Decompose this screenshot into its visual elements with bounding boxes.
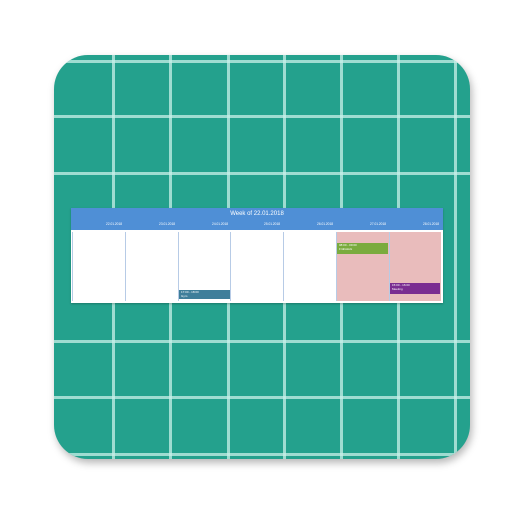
- day-column[interactable]: [230, 232, 283, 301]
- event-title: Frühstück: [339, 247, 353, 251]
- week-calendar: Week of 22.01.2018 22.01.2018 23.01.2018…: [71, 208, 443, 303]
- grid-line: [54, 340, 470, 343]
- event-title: Meeting: [392, 287, 403, 291]
- day-column[interactable]: [283, 232, 336, 301]
- grid-line: [54, 172, 470, 175]
- event-gym[interactable]: 17:00 - 18:00 Gym: [179, 290, 230, 299]
- grid-line: [54, 115, 470, 118]
- day-date-label: 26.01.2018: [317, 222, 333, 226]
- calendar-title: Week of 22.01.2018: [230, 211, 284, 217]
- day-column[interactable]: [72, 232, 125, 301]
- day-date-label: 24.01.2018: [212, 222, 228, 226]
- event-meeting[interactable]: 15:00 - 16:00 Meeting: [390, 283, 440, 294]
- grid-line: [54, 60, 470, 63]
- grid-line: [54, 453, 470, 456]
- grid-line: [54, 396, 470, 399]
- day-date-label: 25.01.2018: [264, 222, 280, 226]
- day-date-label: 23.01.2018: [159, 222, 175, 226]
- day-date-label: 22.01.2018: [106, 222, 122, 226]
- event-title: Gym: [181, 294, 188, 298]
- day-column[interactable]: [125, 232, 178, 301]
- calendar-header: Week of 22.01.2018 22.01.2018 23.01.2018…: [71, 208, 443, 230]
- day-date-label: 28.01.2018: [423, 222, 439, 226]
- day-date-label: 27.01.2018: [370, 222, 386, 226]
- event-breakfast[interactable]: 08:00 - 09:00 Frühstück: [337, 243, 388, 254]
